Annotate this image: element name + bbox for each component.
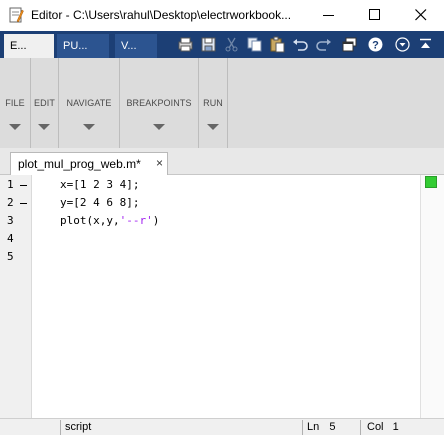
tab-editor[interactable]: E... [4,34,54,58]
tab-view[interactable]: V... [115,34,157,58]
line-number: 4 [7,232,14,245]
toolstrip-tab-bar: E... PU... V... ? [0,31,444,58]
line-number: 2 [7,196,14,209]
breakpoint-marker[interactable] [20,185,27,186]
close-tab-icon[interactable]: × [156,156,163,170]
ribbon-section-navigate: NAVIGATE [59,58,120,148]
save-icon[interactable] [199,35,218,54]
tab-label: E... [10,40,27,52]
help-icon[interactable]: ? [366,35,385,54]
code-text: plot(x,y,'--r') [60,214,159,227]
chevron-down-icon [83,124,95,130]
status-bar: script Ln 5 Col 1 [0,418,444,435]
run-menu-button[interactable]: RUN [199,58,227,148]
navigate-menu-button[interactable]: NAVIGATE [59,58,119,148]
column-label: Col [367,421,384,433]
file-type-field: script [60,420,302,435]
close-button[interactable] [398,0,444,31]
file-menu-button[interactable]: FILE [0,58,30,148]
cut-icon[interactable] [222,35,241,54]
chevron-down-icon [38,124,50,130]
code-text: x=[1 2 3 4]; [60,178,140,191]
document-tab-label: plot_mul_prog_web.m* [18,157,141,171]
title-bar: Editor - C:\Users\rahul\Desktop\electrwo… [0,0,444,31]
chevron-down-icon [9,124,21,130]
print-icon[interactable] [176,35,195,54]
code-token: plot(x,y, [60,214,120,227]
ribbon-section-file: FILE [0,58,31,148]
ribbon-section-edit: EDIT [31,58,59,148]
minimize-toolstrip-icon[interactable] [416,35,435,54]
switch-windows-icon[interactable] [340,35,359,54]
svg-text:?: ? [372,40,379,52]
ribbon-label: NAVIGATE [66,98,112,108]
line-number: 5 [7,250,14,263]
maximize-button[interactable] [352,0,398,31]
tab-label: PU... [63,40,88,52]
code-line[interactable]: 5 [0,248,420,266]
code-line[interactable]: 4 [0,230,420,248]
code-token: ) [152,214,160,227]
toolstrip-ribbon: FILE EDIT NAVIGATE BREAKPOINTS RUN [0,58,444,148]
code-analyzer-status-icon[interactable] [425,176,437,188]
window-title: Editor - C:\Users\rahul\Desktop\electrwo… [31,8,292,22]
matlab-editor-icon [8,7,24,23]
code-line[interactable]: 1 x=[1 2 3 4]; [0,176,420,194]
code-editor[interactable]: 1 x=[1 2 3 4]; 2 y=[2 4 6 8]; 3 plot(x,y… [0,175,444,418]
ribbon-label: BREAKPOINTS [126,98,192,108]
line-number: 1 [7,178,14,191]
minimize-button[interactable] [306,0,352,31]
undo-icon[interactable] [291,35,310,54]
expand-options-icon[interactable] [393,35,412,54]
ribbon-label: EDIT [34,98,55,108]
edit-menu-button[interactable]: EDIT [31,58,58,148]
column-value: 1 [392,421,399,433]
line-value: 5 [329,421,336,433]
tab-label: V... [121,40,137,52]
ribbon-label: FILE [5,98,25,108]
ribbon-section-run: RUN [199,58,228,148]
document-tab[interactable]: plot_mul_prog_web.m* × [10,152,168,175]
vertical-scrollbar[interactable] [420,175,444,418]
breakpoints-menu-button[interactable]: BREAKPOINTS [120,58,198,148]
line-label: Ln [307,421,320,433]
line-number: 3 [7,214,14,227]
chevron-down-icon [207,124,219,130]
code-line[interactable]: 3 plot(x,y,'--r') [0,212,420,230]
code-text: y=[2 4 6 8]; [60,196,140,209]
column-field: Col 1 [360,420,418,435]
ribbon-label: RUN [203,98,223,108]
ribbon-section-breakpoints: BREAKPOINTS [120,58,199,148]
code-line[interactable]: 2 y=[2 4 6 8]; [0,194,420,212]
redo-icon[interactable] [314,35,333,54]
copy-icon[interactable] [245,35,264,54]
paste-icon[interactable] [268,35,287,54]
line-field: Ln 5 [302,420,360,435]
string-literal: '--r' [119,214,153,227]
tab-publish[interactable]: PU... [57,34,109,58]
editor-document-tabs: plot_mul_prog_web.m* × [0,148,444,175]
chevron-down-icon [153,124,165,130]
breakpoint-marker[interactable] [20,203,27,204]
